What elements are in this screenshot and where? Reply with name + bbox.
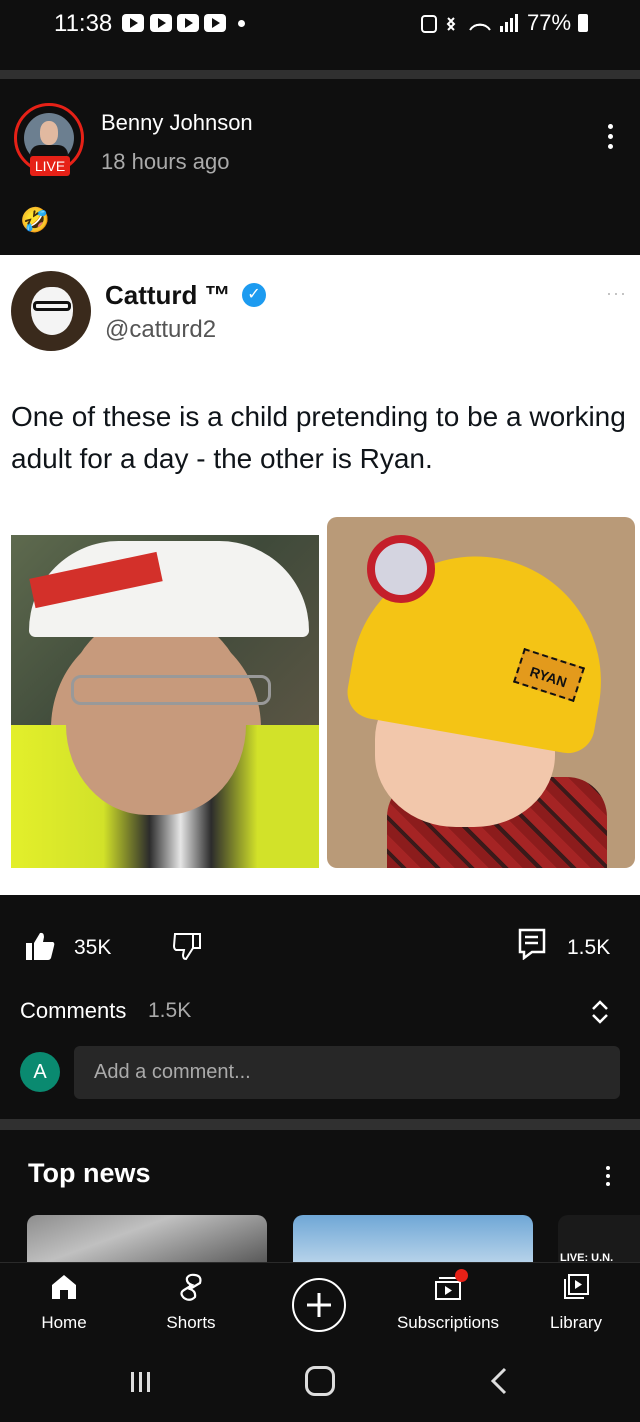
channel-name[interactable]: Benny Johnson: [101, 110, 253, 136]
tweet-handle: @catturd2: [105, 316, 217, 343]
comments-header[interactable]: Comments: [20, 998, 126, 1024]
system-home-icon[interactable]: [305, 1366, 335, 1396]
tweet-display-name: Catturd ™: [105, 280, 231, 310]
man-face-inner: [66, 615, 246, 815]
battery-icon: [578, 14, 588, 32]
battery-percent: 77%: [527, 10, 572, 35]
home-icon: [52, 1275, 76, 1299]
create-icon: [307, 1293, 331, 1317]
back-icon[interactable]: [488, 1366, 510, 1396]
dislike-icon[interactable]: [171, 930, 203, 962]
nav-home[interactable]: Home: [9, 1272, 119, 1333]
nav-subscriptions-label: Subscriptions: [396, 1313, 500, 1332]
news-thumbnail[interactable]: [293, 1215, 533, 1263]
youtube-notification-icon: [177, 14, 199, 32]
news-thumbnail[interactable]: [27, 1215, 267, 1263]
tweet-avatar: [11, 271, 91, 351]
verified-check-icon: ✓: [242, 283, 266, 307]
comments-header-count: 1.5K: [148, 999, 192, 1022]
nav-home-label: Home: [41, 1313, 87, 1332]
post-menu-icon[interactable]: [608, 124, 614, 154]
recent-apps-icon[interactable]: [128, 1370, 154, 1394]
comment-icon[interactable]: [518, 928, 546, 960]
nav-library-label: Library: [550, 1313, 602, 1332]
shorts-icon: [180, 1273, 202, 1301]
nav-shorts-label: Shorts: [166, 1313, 216, 1332]
cat-glasses: [33, 301, 71, 311]
system-status-icons: [420, 12, 520, 41]
more-notifications-dot: [238, 20, 245, 27]
create-button[interactable]: [292, 1278, 346, 1332]
divider: [0, 70, 640, 79]
wifi-signal-icon: [421, 14, 518, 33]
photo-child-hardhat: RYAN: [327, 517, 635, 868]
safety-glasses: [71, 675, 271, 705]
add-comment-input[interactable]: [74, 1046, 620, 1099]
hardhat-lamp: [367, 535, 435, 603]
top-news-title: Top news: [28, 1158, 151, 1188]
divider: [0, 1119, 640, 1130]
avatar-face: [40, 121, 58, 145]
like-icon[interactable]: [24, 930, 56, 962]
like-count: 35K: [74, 936, 112, 959]
cat-face: [31, 287, 73, 335]
nav-library[interactable]: Library: [521, 1272, 631, 1333]
expand-icon[interactable]: [588, 998, 612, 1026]
tweet-more-icon: ···: [606, 283, 627, 303]
youtube-notification-icon: [122, 14, 144, 32]
top-news-menu-icon[interactable]: [606, 1166, 612, 1190]
youtube-notification-icon: [204, 14, 226, 32]
nav-shorts[interactable]: Shorts: [136, 1272, 246, 1333]
comment-count: 1.5K: [567, 936, 611, 959]
post-text: 🤣: [20, 207, 50, 234]
photo-man-hardhat: [11, 535, 319, 868]
post-timestamp: 18 hours ago: [101, 149, 230, 174]
live-badge: LIVE: [30, 156, 70, 176]
youtube-notification-icon: [150, 14, 172, 32]
new-content-dot: [455, 1269, 468, 1282]
nav-subscriptions[interactable]: Subscriptions: [393, 1272, 503, 1333]
status-time: 11:38: [54, 10, 113, 37]
tweet-text: One of these is a child pretending to be…: [11, 401, 626, 474]
user-avatar: A: [20, 1052, 60, 1092]
library-icon: [564, 1274, 589, 1299]
